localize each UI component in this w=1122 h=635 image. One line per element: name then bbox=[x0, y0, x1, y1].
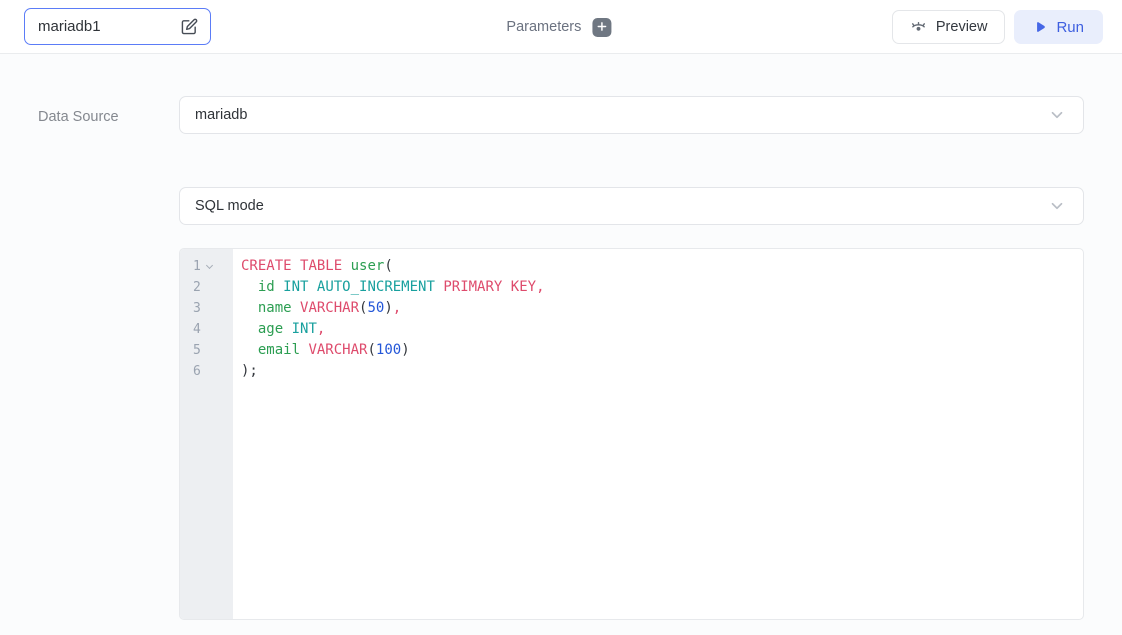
edit-name-button[interactable] bbox=[181, 18, 198, 35]
editor-code[interactable]: CREATE TABLE user( id INT AUTO_INCREMENT… bbox=[233, 249, 1083, 619]
add-parameter-button[interactable] bbox=[592, 18, 611, 37]
line-number: 2 bbox=[180, 277, 233, 298]
eye-icon bbox=[910, 19, 927, 36]
code-line[interactable]: name VARCHAR(50), bbox=[241, 298, 1083, 319]
code-line[interactable]: email VARCHAR(100) bbox=[241, 340, 1083, 361]
preview-button[interactable]: Preview bbox=[892, 10, 1006, 44]
line-number[interactable]: 1 bbox=[180, 256, 233, 277]
data-source-select[interactable]: mariadb bbox=[179, 96, 1084, 134]
chevron-down-icon bbox=[1048, 197, 1066, 215]
data-source-label: Data Source bbox=[38, 109, 119, 125]
chevron-down-icon bbox=[1048, 106, 1066, 124]
line-number: 4 bbox=[180, 319, 233, 340]
header-bar: Parameters Preview Run bbox=[0, 0, 1122, 54]
preview-button-label: Preview bbox=[936, 19, 988, 35]
data-source-select-value: mariadb bbox=[195, 107, 247, 123]
run-button[interactable]: Run bbox=[1014, 10, 1103, 44]
parameters-section: Parameters bbox=[506, 0, 611, 54]
sql-code-editor[interactable]: 123456 CREATE TABLE user( id INT AUTO_IN… bbox=[179, 248, 1084, 620]
header-actions: Preview Run bbox=[892, 10, 1103, 44]
code-line[interactable]: age INT, bbox=[241, 319, 1083, 340]
code-line[interactable]: id INT AUTO_INCREMENT PRIMARY KEY, bbox=[241, 277, 1083, 298]
parameters-label: Parameters bbox=[506, 19, 581, 35]
fold-caret-icon[interactable] bbox=[206, 261, 213, 268]
code-line[interactable]: ); bbox=[241, 361, 1083, 382]
line-number: 5 bbox=[180, 340, 233, 361]
line-number: 3 bbox=[180, 298, 233, 319]
line-number: 6 bbox=[180, 361, 233, 382]
plus-icon bbox=[596, 21, 607, 32]
run-button-label: Run bbox=[1056, 19, 1084, 36]
editor-gutter: 123456 bbox=[180, 249, 233, 619]
query-name-input[interactable] bbox=[38, 18, 181, 35]
play-icon bbox=[1033, 20, 1047, 34]
code-line[interactable]: CREATE TABLE user( bbox=[241, 256, 1083, 277]
query-name-field[interactable] bbox=[24, 8, 211, 45]
query-mode-select-value: SQL mode bbox=[195, 198, 264, 214]
edit-pencil-icon bbox=[181, 18, 198, 35]
query-mode-select[interactable]: SQL mode bbox=[179, 187, 1084, 225]
